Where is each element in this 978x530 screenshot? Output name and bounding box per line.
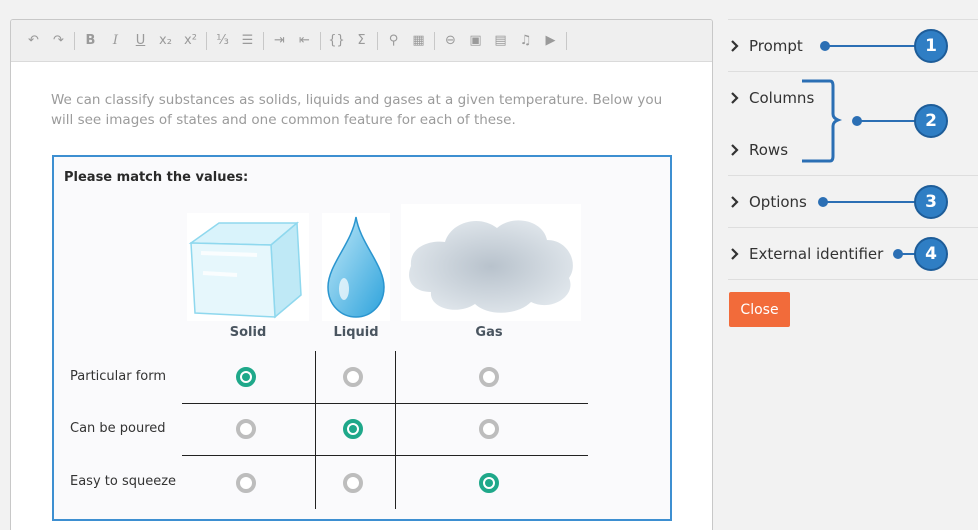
callout-badge-4: 4 [914, 237, 948, 271]
gas-cloud-image [401, 204, 581, 321]
divider [728, 279, 978, 280]
video-icon[interactable]: ▶ [538, 27, 563, 55]
rich-text-editor: ↶ ↷ B I Ux₂ x² ⅓ ☰ ⇥ ⇤{} Σ ⚲ ▦ ⊖ ▣ ▤ ♫ ▶ We can classify … [10, 19, 713, 530]
radio-particular-form-liquid[interactable] [343, 367, 363, 387]
underline-icon[interactable]: U [128, 27, 153, 55]
divider [728, 19, 978, 20]
radio-can-be-poured-gas[interactable] [479, 419, 499, 439]
toolbar-separator [566, 31, 567, 50]
sidebar-item-label: Rows [749, 141, 789, 159]
sidebar-item-prompt[interactable]: Prompt [729, 37, 803, 55]
attachment-icon[interactable]: ⚲ [381, 27, 406, 55]
column-label-solid: Solid [229, 325, 267, 340]
grid-line [315, 351, 316, 509]
sidebar-item-rows[interactable]: Rows [729, 141, 788, 159]
toolbar-separator [320, 31, 321, 50]
chevron-right-icon [731, 144, 739, 156]
bullet-list-icon[interactable]: ☰ [235, 27, 260, 55]
column-label-liquid: Liquid [333, 325, 379, 340]
callout-line [825, 45, 917, 47]
question-prompt: Please match the values: [64, 170, 249, 185]
link-icon[interactable]: ⊖ [438, 27, 463, 55]
radio-can-be-poured-solid[interactable] [236, 419, 256, 439]
divider [728, 71, 978, 72]
callout-bracket [802, 79, 843, 163]
subscript-icon[interactable]: x₂ [153, 27, 178, 55]
callout-line [857, 120, 917, 122]
pdf-icon[interactable]: ▤ [488, 27, 513, 55]
sidebar-item-label: Prompt [749, 37, 803, 55]
radio-easy-to-squeeze-solid[interactable] [236, 473, 256, 493]
divider [728, 175, 978, 176]
grid-line [182, 455, 588, 456]
redo-icon[interactable]: ↷ [46, 27, 71, 55]
radio-particular-form-gas[interactable] [479, 367, 499, 387]
radio-particular-form-solid[interactable] [236, 367, 256, 387]
sidebar-item-options[interactable]: Options [729, 193, 807, 211]
sidebar-item-external-identifier[interactable]: External identifier [729, 245, 883, 263]
water-drop-image [322, 213, 390, 321]
row-label-easy-to-squeeze: Easy to squeeze [70, 474, 177, 489]
italic-icon[interactable]: I [103, 27, 128, 55]
indent-icon[interactable]: ⇥ [267, 27, 292, 55]
grid-line [395, 351, 396, 509]
radio-can-be-poured-liquid[interactable] [343, 419, 363, 439]
match-question[interactable]: Please match the values: Solid Liquid Ga… [52, 155, 672, 521]
grid-line [182, 403, 588, 404]
callout-badge-2: 2 [914, 104, 948, 138]
undo-icon[interactable]: ↶ [21, 27, 46, 55]
row-label-can-be-poured: Can be poured [70, 421, 166, 436]
radio-easy-to-squeeze-liquid[interactable] [343, 473, 363, 493]
toolbar-separator [206, 31, 207, 50]
chevron-right-icon [731, 40, 739, 52]
column-label-gas: Gas [475, 325, 503, 340]
toolbar-separator [263, 31, 264, 50]
sidebar-item-label: Options [749, 193, 807, 211]
callout-line [823, 201, 917, 203]
chevron-right-icon [731, 92, 739, 104]
toolbar-separator [74, 31, 75, 50]
bold-icon[interactable]: B [78, 27, 103, 55]
ordered-list-icon[interactable]: ⅓ [210, 27, 235, 55]
sigma-icon[interactable]: Σ [349, 27, 374, 55]
image-icon[interactable]: ▣ [463, 27, 488, 55]
sidebar-item-label: External identifier [749, 245, 884, 263]
ice-cube-image [187, 213, 309, 321]
toolbar-separator [434, 31, 435, 50]
intro-text: We can classify substances as solids, li… [51, 92, 663, 128]
close-button[interactable]: Close [729, 292, 790, 327]
editor-toolbar: ↶ ↷ B I Ux₂ x² ⅓ ☰ ⇥ ⇤{} Σ ⚲ ▦ ⊖ ▣ ▤ ♫ ▶ [11, 20, 712, 62]
callout-badge-1: 1 [914, 29, 948, 63]
row-label-particular-form: Particular form [70, 369, 167, 384]
callout-badge-3: 3 [914, 185, 948, 219]
code-icon[interactable]: {} [324, 27, 349, 55]
audio-icon[interactable]: ♫ [513, 27, 538, 55]
chevron-right-icon [731, 196, 739, 208]
toolbar-separator [377, 31, 378, 50]
divider [728, 227, 978, 228]
superscript-icon[interactable]: x² [178, 27, 203, 55]
table-icon[interactable]: ▦ [406, 27, 431, 55]
radio-easy-to-squeeze-gas[interactable] [479, 473, 499, 493]
outdent-icon[interactable]: ⇤ [292, 27, 317, 55]
chevron-right-icon [731, 248, 739, 260]
